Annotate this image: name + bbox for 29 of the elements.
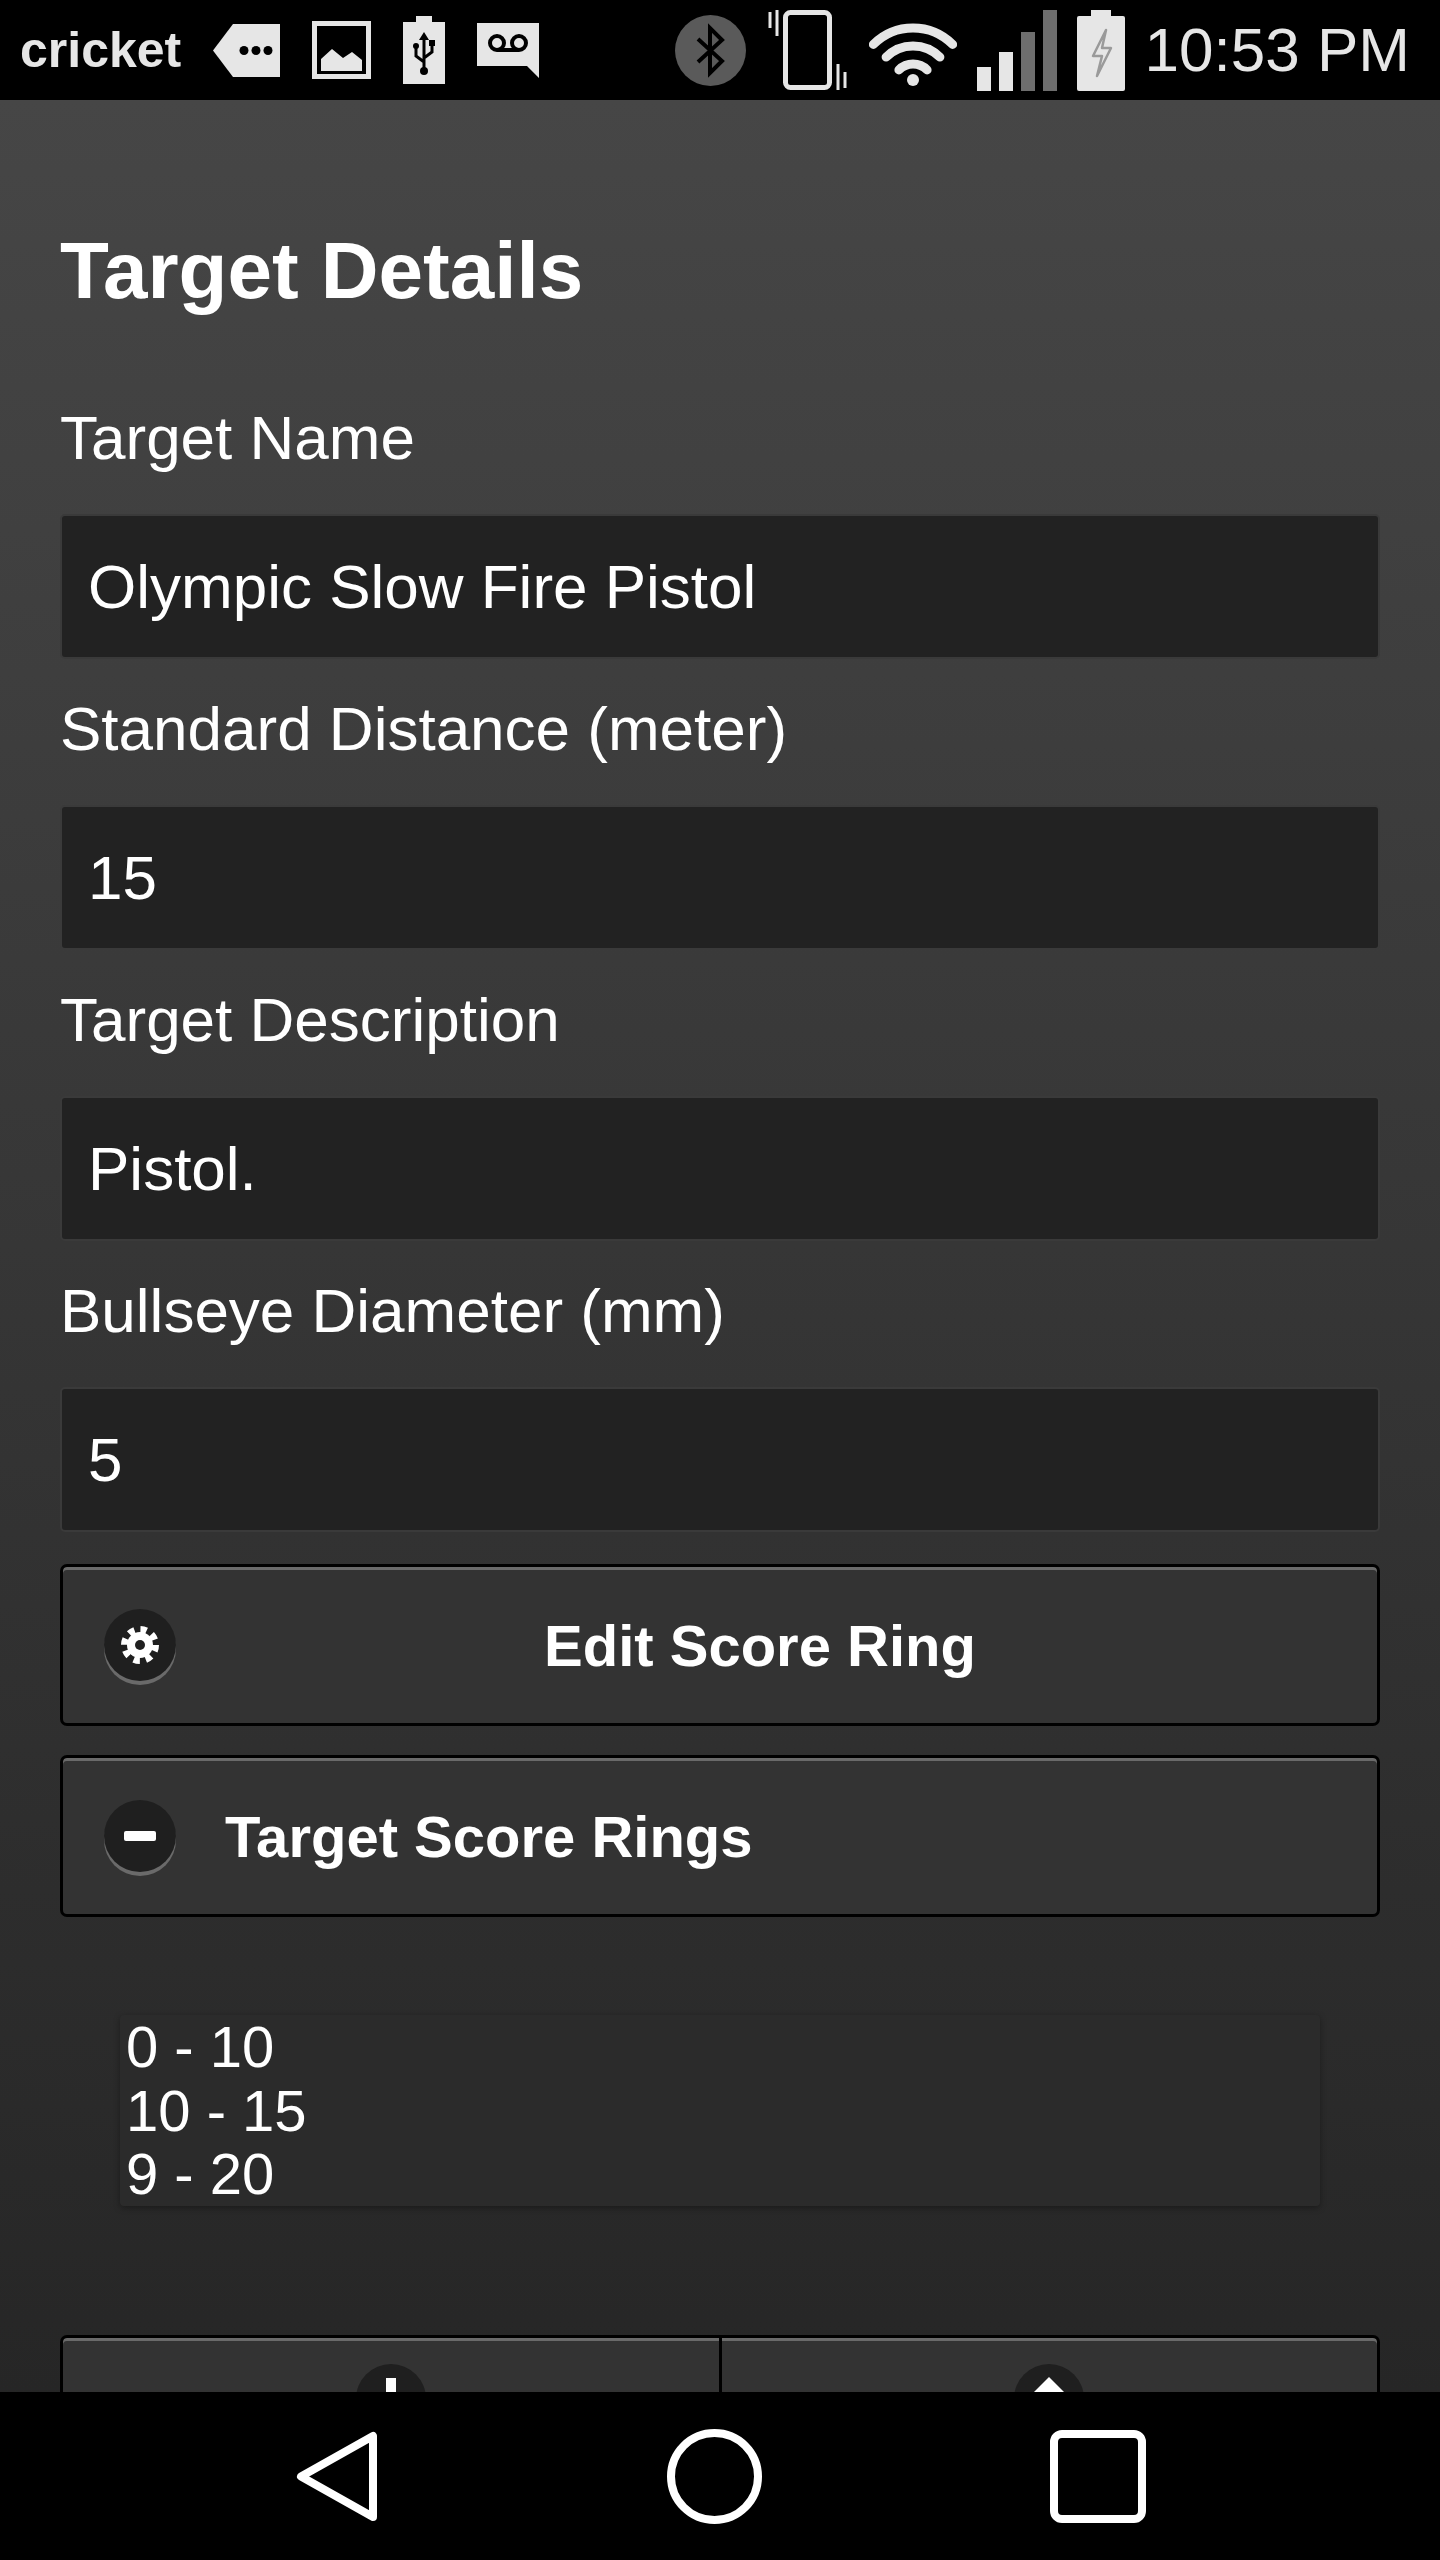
field-label: Bullseye Diameter (mm) xyxy=(60,1275,726,1347)
signal-icon xyxy=(976,9,1057,91)
field-label: Target Name xyxy=(60,402,416,474)
field-label: Target Description xyxy=(60,984,561,1056)
score-ring-item: 9 - 20 xyxy=(126,2142,276,2206)
field-label: Standard Distance (meter) xyxy=(60,693,789,765)
voicemail-icon xyxy=(477,22,540,78)
text-field[interactable]: Olympic Slow Fire Pistol xyxy=(60,514,1380,659)
text-field[interactable]: 5 xyxy=(60,1387,1380,1532)
footer-button[interactable] xyxy=(60,2335,722,2392)
carrier-name: cricket xyxy=(20,21,182,80)
footer-button[interactable] xyxy=(721,2335,1380,2392)
score-ring-item: 10 - 15 xyxy=(126,2078,308,2142)
clock-time: 10:53 PM xyxy=(1144,14,1410,86)
edit-score-ring-button[interactable]: Edit Score Ring xyxy=(60,1564,1380,1726)
dots-tag-icon xyxy=(213,23,281,77)
usb-icon xyxy=(403,16,446,84)
back-icon[interactable] xyxy=(294,2429,379,2523)
image-icon xyxy=(312,21,372,79)
gear-icon xyxy=(104,1609,176,1685)
page-title: Target Details xyxy=(60,225,585,317)
battery-icon xyxy=(1076,9,1125,91)
bluetooth-icon xyxy=(674,14,746,86)
home-icon[interactable] xyxy=(666,2428,762,2524)
score-ring-item: 0 - 10 xyxy=(126,2015,276,2079)
text-field[interactable]: Pistol. xyxy=(60,1096,1380,1241)
recents-icon[interactable] xyxy=(1049,2429,1146,2523)
score-rings-toggle[interactable]: Target Score Rings xyxy=(60,1755,1380,1917)
text-field[interactable]: 15 xyxy=(60,805,1380,950)
